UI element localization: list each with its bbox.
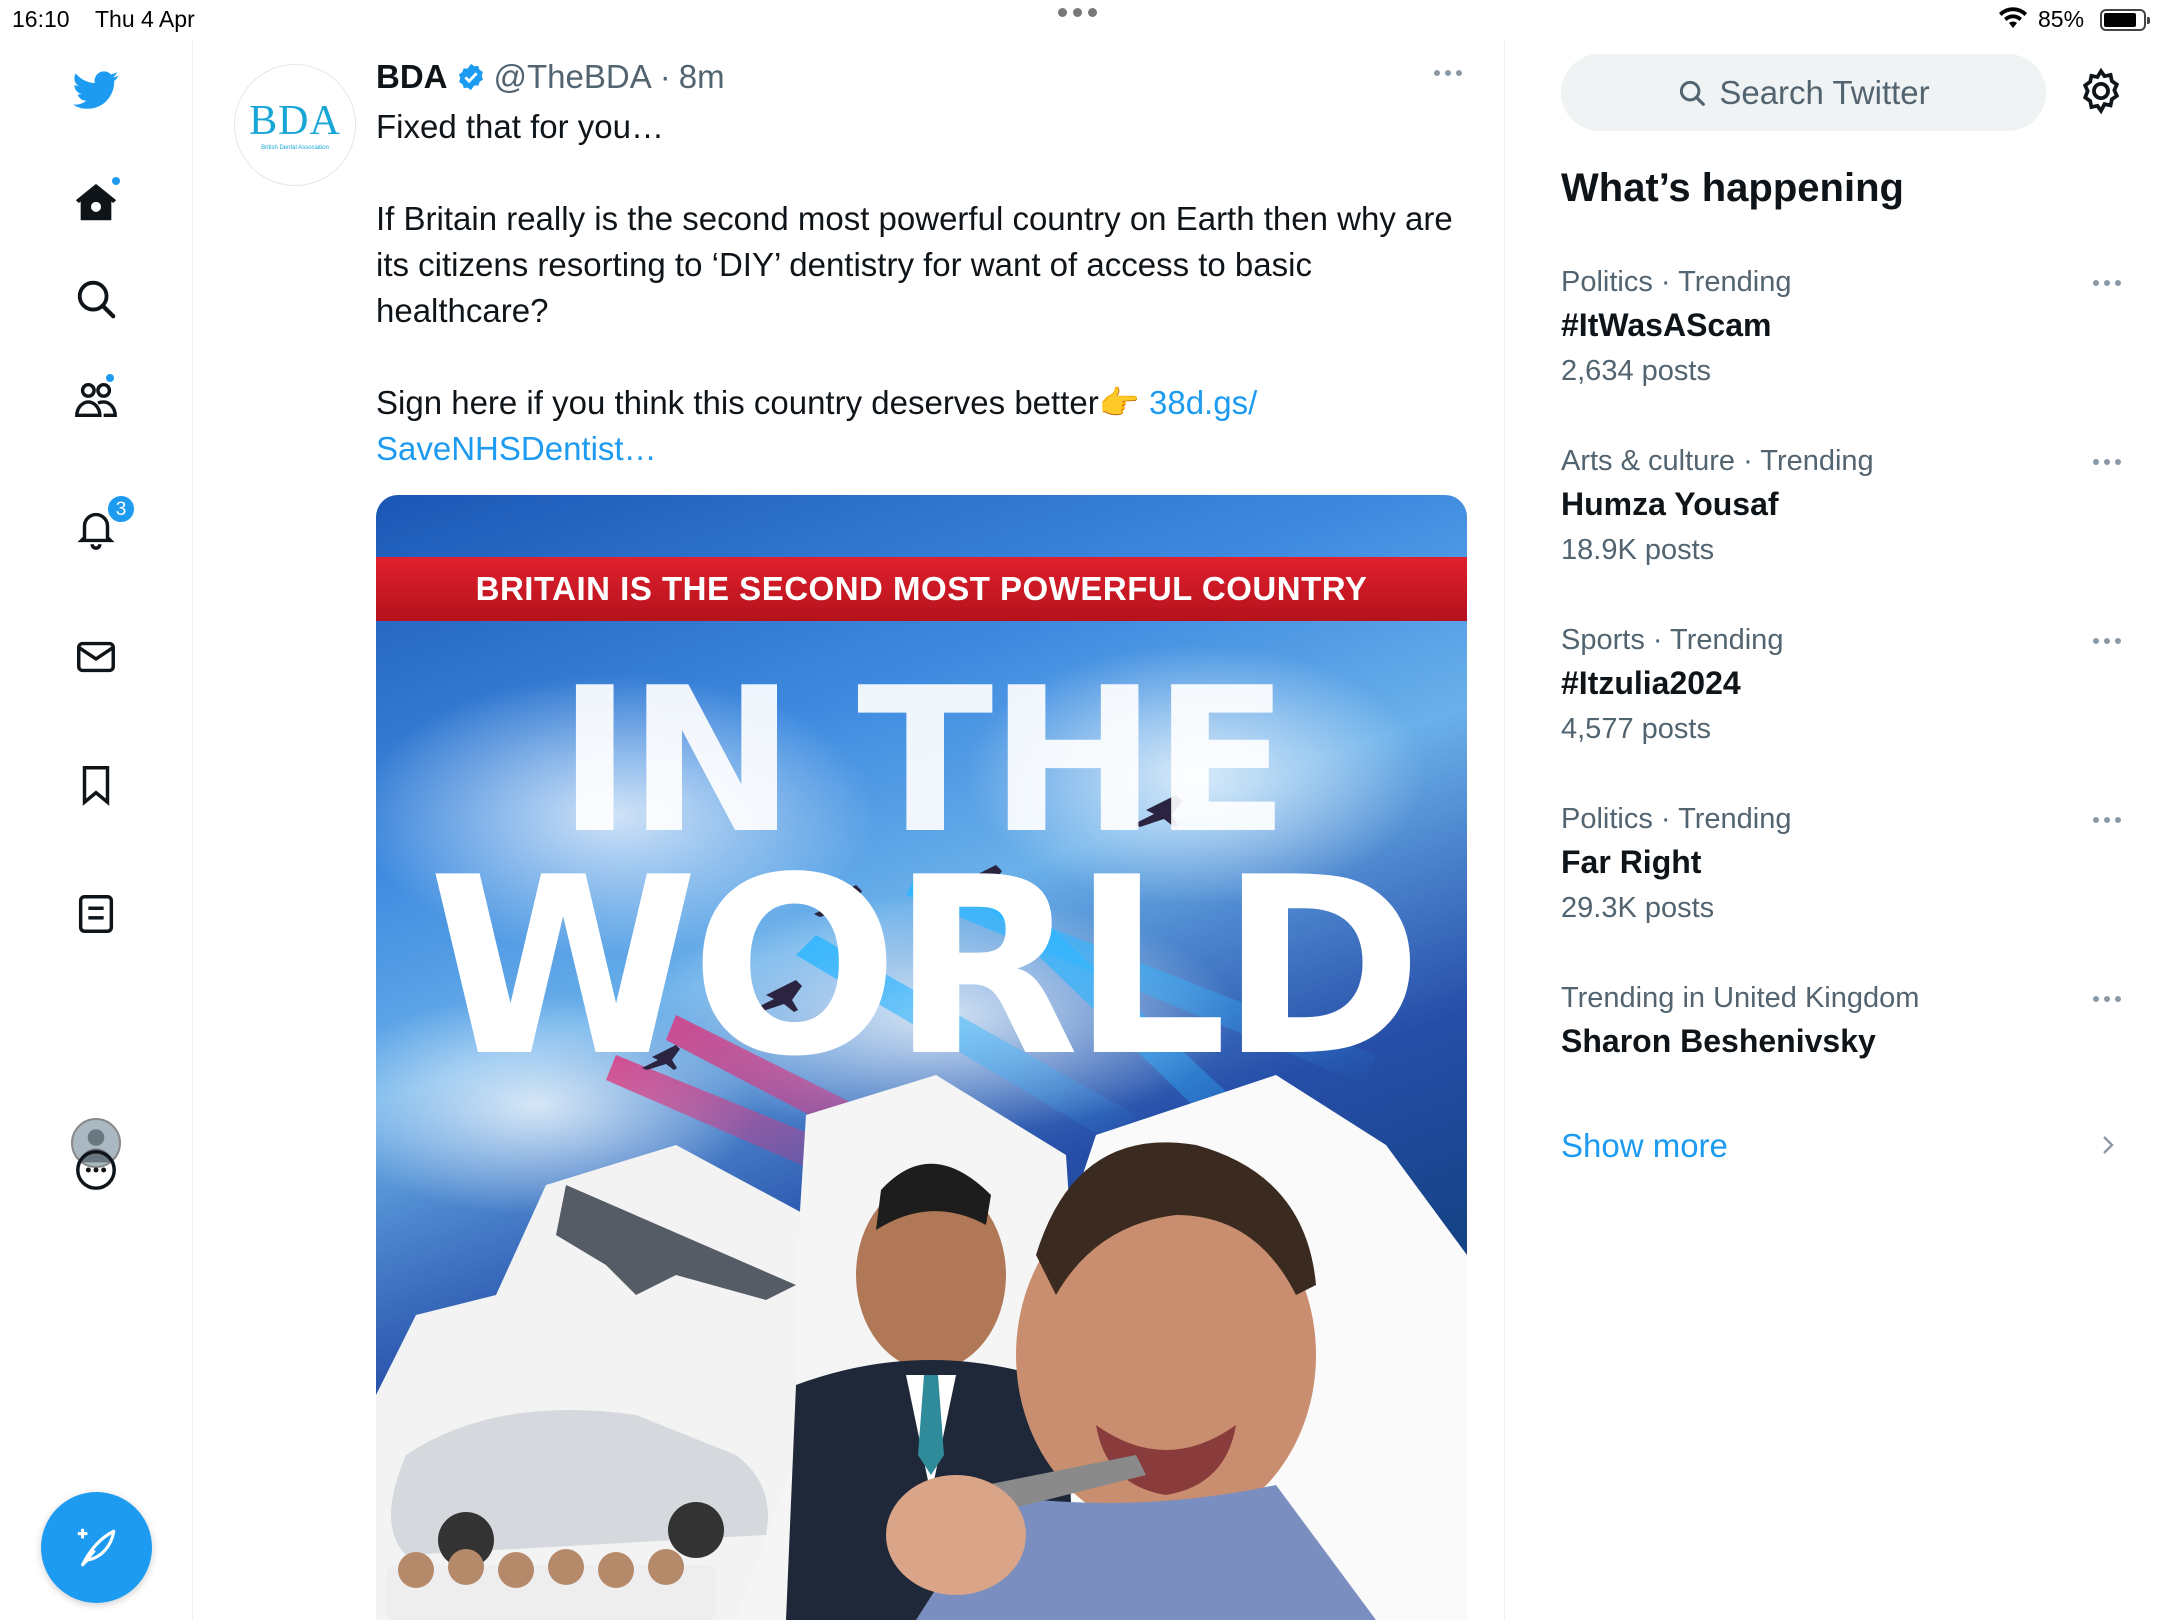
tweet-author-handle[interactable]: @TheBDA <box>494 58 652 96</box>
notifications-badge: 3 <box>106 494 136 524</box>
trend-topic: #ItWasAScam <box>1561 307 1772 343</box>
search-placeholder: Search Twitter <box>1719 73 1930 111</box>
search-input[interactable]: Search Twitter <box>1561 54 2046 131</box>
trend-count: 18.9K posts <box>1561 534 1715 566</box>
trend-item[interactable]: Politics · Trending #ItWasAScam 2,634 po… <box>1561 262 2121 394</box>
side-navigation: 3 <box>0 40 193 1620</box>
tweet-more-icon[interactable] <box>1434 70 1462 76</box>
search-icon <box>1680 80 1706 106</box>
show-more-link[interactable]: Show more <box>1561 1127 1728 1165</box>
chevron-right-icon <box>2103 1136 2114 1154</box>
trend-topic: Humza Yousaf <box>1561 486 1779 522</box>
trend-category: Politics · Trending <box>1561 803 1792 835</box>
trend-topic: Sharon Beshenivsky <box>1561 1023 1876 1059</box>
status-date: Thu 4 Apr <box>95 6 195 32</box>
header-separator: · <box>659 58 671 95</box>
whats-happening-title: What’s happening <box>1561 166 1904 210</box>
trend-count: 4,577 posts <box>1561 713 1711 745</box>
status-time: 16:10 <box>12 6 70 32</box>
verified-badge-icon <box>458 63 483 91</box>
battery-icon <box>2100 9 2150 31</box>
bookmarks-icon[interactable] <box>66 755 126 815</box>
trend-item[interactable]: Sports · Trending #Itzulia2024 4,577 pos… <box>1561 620 2121 752</box>
bda-logo: BDA <box>249 97 341 144</box>
media-banner-text: BRITAIN IS THE SECOND MOST POWERFUL COUN… <box>475 570 1368 607</box>
trend-more-icon[interactable] <box>2093 459 2121 465</box>
status-bar: 16:10 Thu 4 Apr 85% <box>0 0 2160 40</box>
notifications-icon[interactable]: 3 <box>66 494 136 558</box>
trend-more-icon[interactable] <box>2093 817 2121 823</box>
trend-more-icon[interactable] <box>2093 280 2121 286</box>
more-icon[interactable] <box>66 1140 126 1200</box>
gear-icon[interactable] <box>2076 66 2126 116</box>
communities-icon[interactable] <box>66 370 126 430</box>
tweet-text-para2: If Britain really is the second most pow… <box>376 200 1462 329</box>
trend-more-icon[interactable] <box>2093 996 2121 1002</box>
compose-quill-icon <box>77 1528 115 1566</box>
tweet-author-avatar[interactable]: BDA British Dental Association <box>234 64 356 186</box>
trend-count: 2,634 posts <box>1561 355 1711 387</box>
trend-topic: #Itzulia2024 <box>1561 665 1741 701</box>
trend-category: Politics · Trending <box>1561 266 1792 298</box>
media-banner: BRITAIN IS THE SECOND MOST POWERFUL COUN… <box>376 557 1467 621</box>
trend-item[interactable]: Trending in United Kingdom Sharon Beshen… <box>1561 978 2121 1064</box>
tweet[interactable]: BDA British Dental Association BDA @TheB… <box>194 40 1505 1620</box>
right-sidebar: Search Twitter What’s happening Politics… <box>1506 40 2160 1620</box>
media-headline-line2: WORLD <box>428 825 1423 1110</box>
tweet-text: Fixed that for you… If Britain really is… <box>376 104 1456 472</box>
trend-category: Arts & culture · Trending <box>1561 445 1874 477</box>
twitter-bird-icon[interactable] <box>66 60 126 120</box>
messages-icon[interactable] <box>66 627 126 687</box>
trend-count: 29.3K posts <box>1561 892 1715 924</box>
tweet-author-name[interactable]: BDA <box>376 58 448 96</box>
bda-logo-subtitle: British Dental Association <box>261 144 329 151</box>
home-icon[interactable] <box>66 173 126 233</box>
trend-category: Sports · Trending <box>1561 624 1784 656</box>
trend-item[interactable]: Arts & culture · Trending Humza Yousaf 1… <box>1561 441 2121 573</box>
tweet-text-para3: Sign here if you think this country dese… <box>376 384 1149 421</box>
trend-topic: Far Right <box>1561 844 1702 880</box>
tweet-header: BDA @TheBDA · 8m <box>376 58 725 96</box>
battery-percent: 85% <box>2038 6 2085 32</box>
tweet-media-image[interactable]: BRITAIN IS THE SECOND MOST POWERFUL COUN… <box>376 495 1467 1620</box>
compose-button[interactable] <box>41 1492 152 1603</box>
tweet-text-line1: Fixed that for you… <box>376 108 664 145</box>
trend-item[interactable]: Politics · Trending Far Right 29.3K post… <box>1561 799 2121 931</box>
trend-category: Trending in United Kingdom <box>1561 982 1920 1014</box>
tweet-timestamp[interactable]: 8m <box>679 58 725 96</box>
trend-more-icon[interactable] <box>2093 638 2121 644</box>
lists-icon[interactable] <box>66 884 126 944</box>
wifi-icon <box>1999 7 2027 28</box>
search-icon[interactable] <box>66 269 126 329</box>
multitasking-dots-icon[interactable] <box>1058 8 1097 17</box>
